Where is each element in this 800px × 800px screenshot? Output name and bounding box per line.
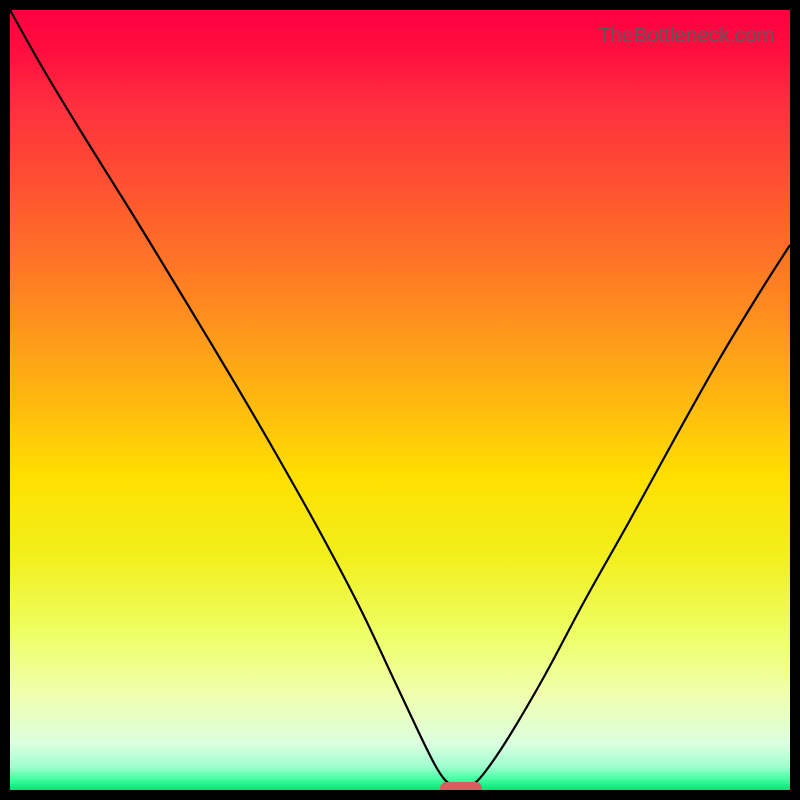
plot-area: TheBottleneck.com bbox=[10, 10, 790, 790]
bottleneck-curve bbox=[10, 10, 790, 790]
chart-stage: TheBottleneck.com bbox=[0, 0, 800, 800]
minimum-marker bbox=[440, 782, 482, 791]
curve-svg bbox=[10, 10, 790, 790]
